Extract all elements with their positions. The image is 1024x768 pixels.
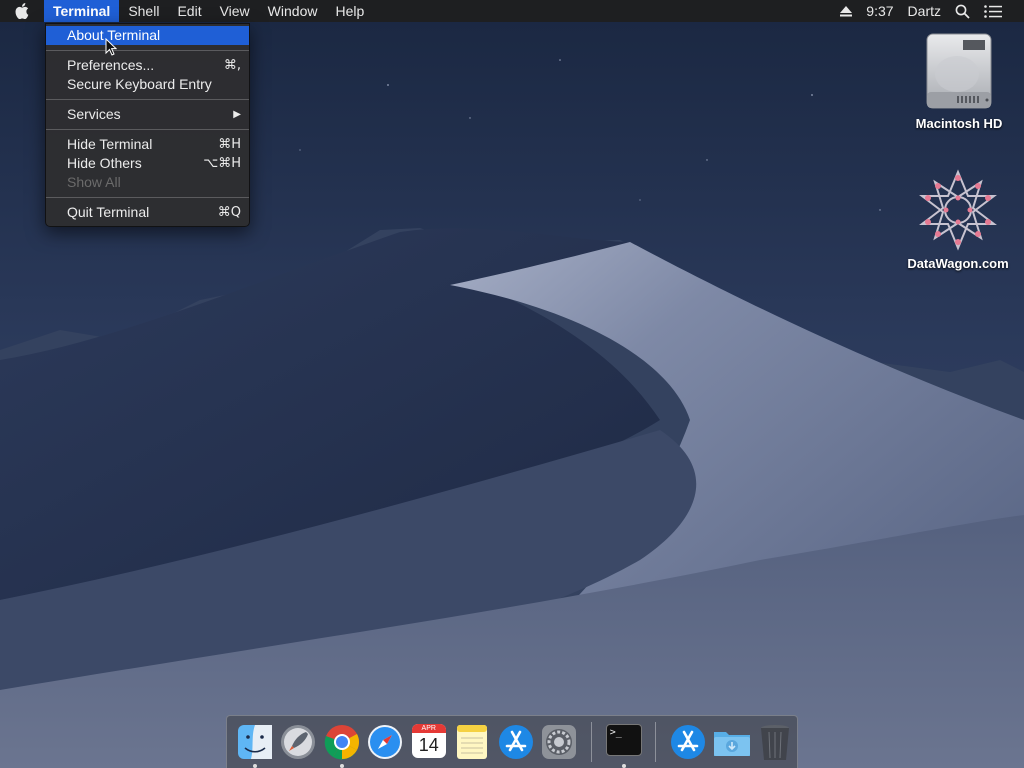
menu-item-label: Hide Others — [67, 155, 142, 171]
dock-app-store[interactable] — [494, 720, 538, 764]
menu-item-services[interactable]: Services ▶ — [46, 105, 249, 124]
notification-center-icon[interactable] — [984, 4, 1002, 18]
menu-terminal[interactable]: Terminal — [44, 0, 120, 22]
dock-separator — [655, 722, 657, 762]
dock-safari[interactable] — [364, 720, 408, 764]
menu-shell[interactable]: Shell — [119, 0, 168, 22]
running-indicator — [621, 764, 626, 768]
menu-item-shortcut: ⌘Q — [217, 205, 241, 220]
dock-downloads-folder[interactable] — [710, 720, 754, 764]
dock-chrome[interactable] — [320, 720, 364, 768]
dock-calendar[interactable]: APR 14 — [407, 720, 451, 764]
menu-separator — [46, 197, 249, 198]
finder-icon — [237, 724, 273, 765]
menu-item-label: Secure Keyboard Entry — [67, 76, 212, 92]
submenu-arrow-icon: ▶ — [233, 109, 241, 120]
menu-bar: Terminal Shell Edit View Window Help 9:3… — [0, 0, 1024, 22]
dock-terminal[interactable]: >_ — [602, 720, 646, 768]
calendar-icon: APR 14 — [411, 724, 446, 758]
desktop-icon-label: DataWagon.com — [907, 256, 1009, 271]
running-indicator — [252, 764, 257, 768]
menu-window[interactable]: Window — [259, 0, 327, 22]
desktop-icon-macintosh-hd[interactable]: Macintosh HD — [904, 32, 1014, 131]
trash-icon — [758, 724, 792, 767]
menu-item-quit-terminal[interactable]: Quit Terminal ⌘Q — [46, 203, 249, 222]
user-name[interactable]: Dartz — [908, 0, 941, 22]
dock-separator — [591, 722, 592, 762]
dock-notes[interactable] — [451, 720, 495, 764]
safari-icon — [367, 724, 403, 765]
spotlight-icon[interactable] — [955, 4, 970, 19]
clock[interactable]: 9:37 — [866, 0, 893, 22]
hard-drive-icon — [904, 32, 1014, 112]
menu-item-hide-others[interactable]: Hide Others ⌥⌘H — [46, 154, 249, 173]
eject-icon[interactable] — [840, 5, 853, 17]
menu-item-shortcut: ⌥⌘H — [203, 156, 241, 171]
chrome-icon — [324, 724, 360, 765]
menu-item-show-all: Show All — [46, 173, 249, 192]
dock-launchpad[interactable] — [277, 720, 321, 764]
calendar-month: APR — [411, 724, 446, 733]
dock: APR 14 >_ — [226, 715, 798, 768]
terminal-icon: >_ — [605, 724, 642, 756]
terminal-menu-dropdown: About Terminal Preferences... ⌘, Secure … — [45, 23, 250, 227]
menu-item-preferences[interactable]: Preferences... ⌘, — [46, 56, 249, 75]
dock-finder[interactable] — [233, 720, 277, 768]
mouse-cursor-icon — [105, 37, 118, 61]
menu-item-about-terminal[interactable]: About Terminal — [46, 26, 249, 45]
apple-icon[interactable] — [0, 0, 44, 22]
menu-item-label: Quit Terminal — [67, 204, 150, 220]
menu-view[interactable]: View — [211, 0, 259, 22]
dock-system-preferences[interactable] — [538, 720, 582, 764]
system-preferences-icon — [541, 724, 577, 765]
dock-trash[interactable] — [753, 720, 797, 764]
menu-item-hide-terminal[interactable]: Hide Terminal ⌘H — [46, 135, 249, 154]
menu-item-shortcut: ⌘, — [223, 58, 241, 73]
menu-separator — [46, 99, 249, 100]
menu-item-shortcut: ⌘H — [218, 137, 241, 152]
dock-applications-folder[interactable] — [666, 720, 710, 764]
status-area: 9:37 Dartz — [840, 0, 1024, 22]
menu-item-label: Services — [67, 106, 121, 122]
menu-separator — [46, 129, 249, 130]
downloads-folder-icon — [712, 724, 752, 765]
applications-folder-icon — [670, 724, 706, 765]
menu-item-label: Show All — [67, 174, 121, 190]
running-indicator — [339, 764, 344, 768]
calendar-day: 14 — [418, 735, 439, 755]
desktop-icon-datawagon[interactable]: DataWagon.com — [903, 168, 1013, 271]
datawagon-logo-icon — [903, 168, 1013, 252]
app-store-icon — [498, 724, 534, 765]
menu-item-label: Hide Terminal — [67, 136, 153, 152]
menu-separator — [46, 50, 249, 51]
notes-icon — [454, 724, 490, 765]
menu-item-secure-keyboard-entry[interactable]: Secure Keyboard Entry — [46, 75, 249, 94]
menu-edit[interactable]: Edit — [168, 0, 210, 22]
menu-help[interactable]: Help — [326, 0, 373, 22]
launchpad-icon — [280, 724, 316, 765]
terminal-prompt: >_ — [609, 727, 622, 738]
desktop-icon-label: Macintosh HD — [915, 116, 1003, 131]
